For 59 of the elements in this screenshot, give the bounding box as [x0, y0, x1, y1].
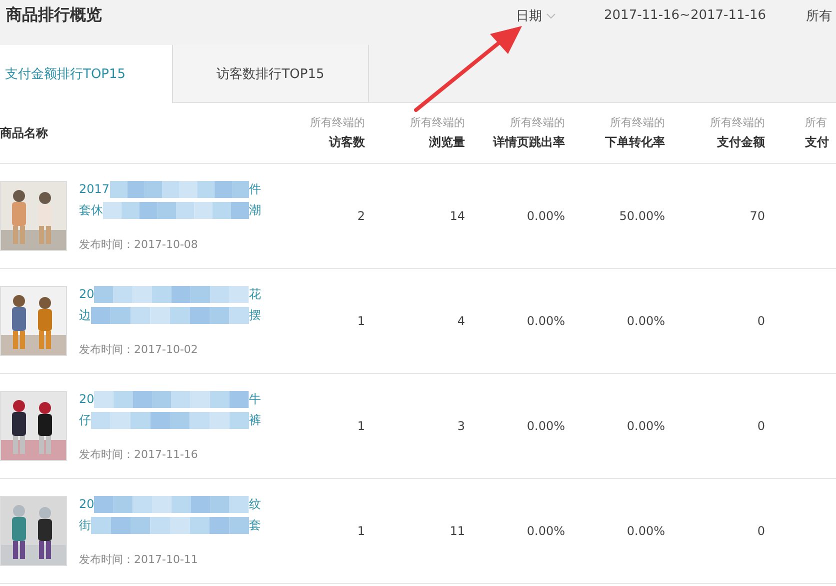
table-cell: 0.00%	[526, 314, 565, 328]
date-range: 2017-11-16~2017-11-16	[604, 8, 767, 23]
product-title[interactable]: 牛	[249, 390, 261, 408]
table-cell: 0.00%	[526, 524, 565, 538]
product-title[interactable]: 件	[249, 180, 261, 198]
table-cell: 0	[757, 524, 765, 538]
table-cell: 3	[457, 419, 465, 433]
column-header: 商品名称	[0, 124, 48, 142]
filter-label: 所有	[806, 8, 832, 24]
product-title[interactable]: 纹	[249, 496, 261, 512]
product-title[interactable]: 街	[79, 516, 91, 534]
date-dropdown[interactable]: 日期	[516, 6, 604, 24]
column-subtitle: 所有终端的	[710, 115, 765, 130]
table-cell: 0.00%	[526, 419, 565, 433]
product-title[interactable]: 裤	[249, 412, 261, 428]
column-subtitle: 所有	[805, 115, 827, 130]
column-header: 支付金额	[717, 134, 765, 151]
publish-date: 发布时间：2017-10-08	[79, 236, 199, 252]
page-title: 商品排行概览	[5, 5, 103, 26]
column-header: 浏览量	[429, 134, 465, 151]
product-title[interactable]: 仔	[79, 412, 91, 428]
product-title[interactable]: 花	[249, 286, 261, 302]
table-cell: 50.00%	[619, 209, 665, 223]
table-cell: 4	[457, 314, 465, 328]
table-cell: 0.00%	[626, 314, 665, 328]
publish-date: 发布时间：2017-10-11	[79, 552, 199, 566]
column-header: 访客数	[329, 134, 365, 151]
table-cell: 1	[357, 419, 365, 433]
product-title[interactable]: 套休	[79, 202, 103, 218]
column-header: 下单转化率	[605, 134, 665, 151]
publish-date: 发布时间：2017-11-16	[79, 446, 199, 462]
column-header: 详情页跳出率	[493, 134, 565, 151]
table-cell: 0	[757, 314, 765, 328]
product-title[interactable]: 套	[249, 516, 261, 534]
column-header: 支付	[805, 134, 829, 151]
tab[interactable]: 支付金额排行TOP15	[0, 45, 173, 103]
table-cell: 2	[357, 209, 365, 223]
table-cell: 0.00%	[626, 419, 665, 433]
table-cell: 1	[357, 524, 365, 538]
product-title[interactable]: 20	[79, 497, 94, 511]
column-subtitle: 所有终端的	[310, 115, 365, 130]
publish-date: 发布时间：2017-10-02	[79, 342, 199, 356]
table-cell: 0.00%	[526, 209, 565, 223]
product-title[interactable]: 摆	[249, 306, 261, 324]
table-cell: 0	[757, 419, 765, 433]
column-subtitle: 所有终端的	[610, 115, 665, 130]
column-subtitle: 所有终端的	[510, 115, 565, 130]
table-cell: 14	[450, 209, 465, 223]
product-title[interactable]: 2017	[79, 182, 110, 196]
table-cell: 11	[450, 524, 465, 538]
column-subtitle: 所有终端的	[410, 115, 465, 130]
product-title[interactable]: 潮	[249, 202, 261, 218]
table-cell: 0.00%	[626, 524, 665, 538]
product-title[interactable]: 20	[79, 287, 94, 301]
table-cell: 70	[750, 209, 765, 223]
table-cell: 1	[357, 314, 365, 328]
caret-icon	[546, 12, 556, 18]
product-title[interactable]: 边	[79, 306, 91, 324]
product-title[interactable]: 20	[79, 392, 94, 406]
